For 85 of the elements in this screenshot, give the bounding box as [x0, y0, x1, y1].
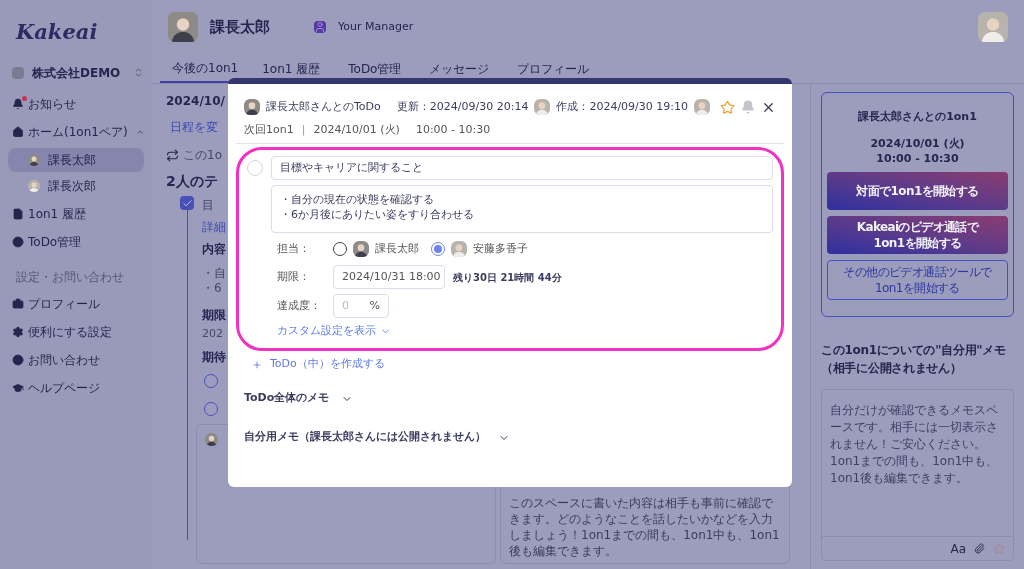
- company-icon: [12, 66, 24, 79]
- due-date-field[interactable]: 2024/10/31 18:00: [333, 265, 445, 289]
- private-memo-field[interactable]: 自分だけが確認できるメモスペースです。相手には一切表示されません！ご安心ください。1on1までの間も、1on1中も、1on1後も編集できます。 Aa: [821, 388, 1014, 561]
- assignee-name: 課長太郎: [375, 240, 419, 257]
- start-1on1-button[interactable]: その他のビデオ通話ツールで 1on1を開始する: [827, 259, 1008, 300]
- separator: |: [301, 122, 306, 139]
- avatar-icon: [28, 153, 40, 166]
- todo-title-field[interactable]: 目標やキャリアに関すること: [271, 156, 773, 180]
- detail-link[interactable]: 詳細: [202, 218, 226, 240]
- star-icon[interactable]: [993, 542, 1005, 555]
- header-name: 課長太郎: [210, 16, 270, 38]
- profile-photo-icon: [168, 12, 198, 42]
- progress-field[interactable]: 0 %: [333, 294, 389, 318]
- star-icon[interactable]: [720, 99, 735, 115]
- briefcase-icon: [12, 297, 24, 310]
- sidebar-item[interactable]: お問い合わせ: [12, 345, 144, 374]
- avatar-icon: [451, 241, 467, 257]
- bell-icon[interactable]: [741, 100, 755, 114]
- add-todo-link[interactable]: ToDo（中）を作成する: [270, 356, 385, 373]
- remaining-time: 残り30日 21時間 44分: [453, 270, 562, 285]
- plus-icon[interactable]: [252, 359, 262, 370]
- sidebar-item[interactable]: 便利にする設定: [12, 317, 144, 346]
- theme-title: 目: [202, 197, 214, 214]
- gear-icon: [12, 325, 24, 338]
- reschedule-link[interactable]: 日程を変: [170, 118, 218, 144]
- content-line: ・自: [202, 265, 226, 279]
- document-icon: [12, 207, 24, 220]
- next-date: 2024/10/: [166, 93, 225, 110]
- next-1on1-date: 2024/10/01 (火): [313, 122, 400, 139]
- repeat-icon: [166, 148, 179, 162]
- due-value: 202: [202, 326, 223, 342]
- paperclip-icon[interactable]: [974, 543, 985, 554]
- due-label: 期限: [202, 307, 226, 324]
- avatar-icon: [205, 433, 218, 446]
- dialog-title: 課長太郎さんとのToDo: [266, 98, 381, 115]
- assignee-label: 担当：: [277, 240, 311, 257]
- start-1on1-button[interactable]: 対面で1on1を開始する: [827, 171, 1008, 210]
- start-1on1-button[interactable]: Kakeaiのビデオ通話で 1on1を開始する: [827, 215, 1008, 254]
- updated-time: 更新：2024/09/30 20:14: [396, 98, 529, 115]
- due-label: 期限：: [277, 268, 311, 285]
- card-title: 課長太郎さんとの1on1: [858, 109, 977, 125]
- role-label: Your Manager: [338, 18, 414, 35]
- graduation-cap-icon: [12, 381, 24, 394]
- avatar-icon: [534, 99, 551, 115]
- next-1on1-label: 次回1on1: [244, 122, 294, 139]
- repeat-label: この1o: [183, 147, 222, 164]
- user-avatar-icon: [978, 12, 1008, 42]
- themes-heading: 2人のテ: [166, 171, 218, 191]
- text-format-button[interactable]: Aa: [950, 539, 966, 558]
- next-1on1-time: 10:00 - 10:30: [415, 122, 491, 139]
- logo: Kakeai: [16, 18, 99, 46]
- sidebar-heading: 設定・お問い合わせ: [16, 268, 124, 286]
- assignee-name: 安藤多香子: [473, 240, 528, 257]
- shared-memo-placeholder: このスペースに書いた内容は相手も事前に確認できます。どのようなことを話したいかなどを入力しましょう！1on1までの間も、1on1中も、1on1後も編集できます。: [509, 495, 781, 559]
- section-toggle[interactable]: ToDo全体のメモ: [228, 379, 792, 418]
- avatar-icon: [28, 179, 40, 192]
- home-icon: [12, 125, 24, 138]
- card-date: 2024/10/01 (火) 10:00 - 10:30: [870, 135, 965, 166]
- person-icon: [314, 21, 326, 33]
- pair-item[interactable]: 課長次郎: [8, 173, 144, 198]
- todo-body-field[interactable]: ・自分の現在の状態を確認する ・6か月後にありたい姿をすり合わせる: [271, 185, 773, 233]
- bell-icon: [12, 97, 24, 110]
- progress-label: 達成度：: [277, 297, 322, 314]
- sidebar-item[interactable]: プロフィール: [12, 289, 144, 318]
- custom-settings-link[interactable]: カスタム設定を表示: [277, 323, 376, 340]
- body-line: ・自分の現在の状態を確認する: [280, 192, 434, 207]
- private-memo-placeholder: 自分だけが確認できるメモスペースです。相手には一切表示されません！ご安心ください。1on1までの間も、1on1中も、1on1後も編集できます。: [829, 401, 1000, 487]
- pair-item[interactable]: 課長太郎: [8, 147, 144, 172]
- expectation-label: 期待: [202, 349, 226, 366]
- body-line: ・6か月後にありたい姿をすり合わせる: [280, 207, 474, 222]
- avatar-icon: [694, 99, 710, 115]
- avatar-icon: [353, 241, 369, 257]
- theme-checkbox[interactable]: [180, 196, 194, 210]
- memo-heading: この1on1についての"自分用"メモ （相手に公開されません）: [821, 341, 1007, 377]
- sidebar-item[interactable]: ホーム(1on1ペア): [12, 117, 144, 146]
- switch-icon[interactable]: [133, 67, 144, 78]
- sidebar-item[interactable]: ヘルプページ: [12, 373, 144, 402]
- content-line: ・6: [202, 280, 222, 294]
- sidebar-item[interactable]: 1on1 履歴: [12, 199, 144, 228]
- company-name: 株式会社DEMO: [32, 64, 121, 82]
- content-label: 内容: [202, 241, 226, 258]
- created-time: 作成：2024/09/30 19:10: [556, 98, 688, 115]
- avatar-icon: [244, 99, 260, 115]
- sidebar-item[interactable]: ToDo管理: [12, 227, 144, 256]
- sidebar-item[interactable]: お知らせ: [12, 89, 144, 118]
